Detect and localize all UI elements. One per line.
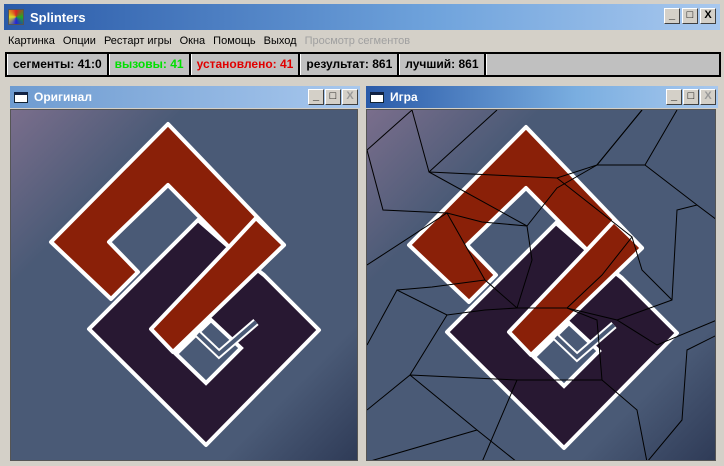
- menu-options[interactable]: Опции: [59, 35, 100, 47]
- minimize-button[interactable]: _: [666, 89, 682, 105]
- window-title: Splinters: [30, 9, 86, 25]
- game-board[interactable]: [366, 109, 716, 461]
- menu-bar: Картинка Опции Рестарт игры Окна Помощь …: [4, 32, 414, 50]
- game-window: Игра _ □ X: [364, 84, 720, 462]
- maximize-button[interactable]: □: [683, 89, 699, 105]
- maximize-button[interactable]: □: [682, 8, 698, 24]
- menu-picture[interactable]: Картинка: [4, 35, 59, 47]
- original-image: [10, 109, 358, 461]
- game-title: Игра: [390, 90, 418, 104]
- status-calls: вызовы: 41: [108, 54, 191, 75]
- minimize-button[interactable]: _: [308, 89, 324, 105]
- menu-exit[interactable]: Выход: [260, 35, 301, 47]
- app-window: Splinters _ □ X Картинка Опции Рестарт и…: [0, 0, 724, 466]
- status-best: лучший: 861: [399, 54, 486, 75]
- maximize-button[interactable]: □: [325, 89, 341, 105]
- title-bar[interactable]: Splinters _ □ X: [4, 4, 720, 30]
- app-icon: [8, 9, 24, 25]
- window-icon: [370, 91, 384, 103]
- close-button: X: [700, 89, 716, 105]
- status-segments: сегменты: 41:0: [7, 54, 109, 75]
- game-title-bar[interactable]: Игра _ □ X: [366, 86, 718, 108]
- window-icon: [14, 91, 28, 103]
- close-button[interactable]: X: [700, 8, 716, 24]
- status-empty: [485, 54, 720, 75]
- close-button: X: [342, 89, 358, 105]
- status-bar: сегменты: 41:0 вызовы: 41 установлено: 4…: [5, 52, 721, 77]
- menu-restart[interactable]: Рестарт игры: [100, 35, 176, 47]
- menu-help[interactable]: Помощь: [209, 35, 260, 47]
- original-title: Оригинал: [34, 90, 92, 104]
- menu-view-segments: Просмотр сегментов: [304, 35, 411, 47]
- original-title-bar[interactable]: Оригинал _ □ X: [10, 86, 360, 108]
- minimize-button[interactable]: _: [664, 8, 680, 24]
- menu-windows[interactable]: Окна: [176, 35, 210, 47]
- status-installed: установлено: 41: [190, 54, 301, 75]
- status-result: результат: 861: [300, 54, 400, 75]
- original-window: Оригинал _ □ X: [8, 84, 362, 462]
- mdi-area: Оригинал _ □ X Игра _ □ X: [6, 80, 722, 464]
